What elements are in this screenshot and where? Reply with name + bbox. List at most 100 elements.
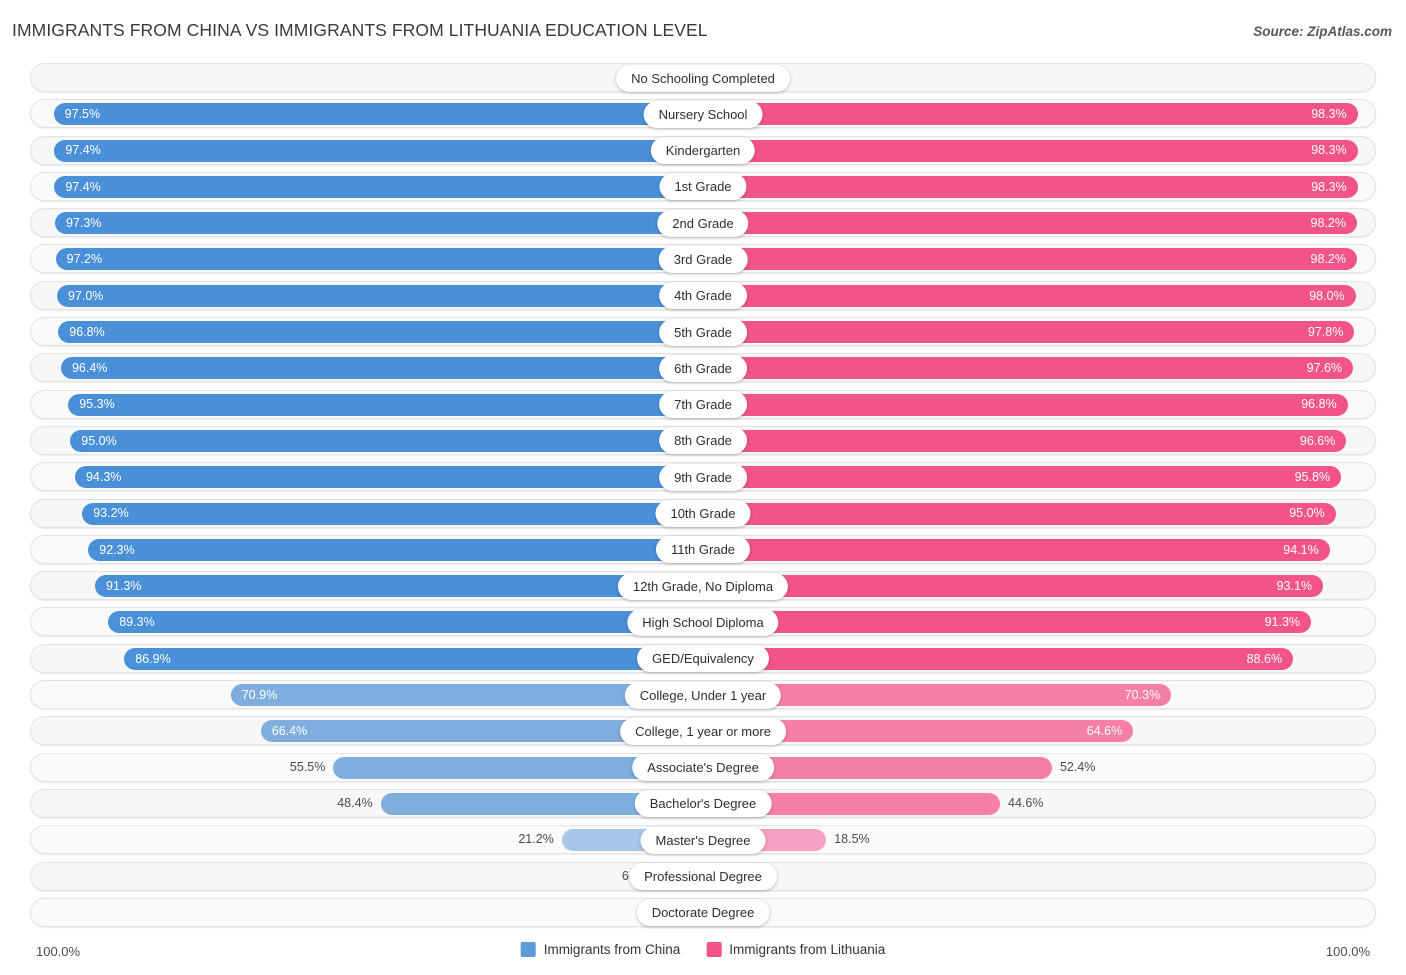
chart-row: 94.3% 95.8% 9th Grade (0, 459, 1406, 495)
chart-row: 2.6%1.7%No Schooling Completed (0, 60, 1406, 96)
bar-value-label: 98.3% (1311, 179, 1347, 194)
chart-page: IMMIGRANTS FROM CHINA VS IMMIGRANTS FROM… (0, 0, 1406, 975)
bar-value-label: 97.4% (65, 179, 101, 194)
bar-immigrants-from-china: 96.4% (60, 357, 703, 380)
bar-value-label: 55.5% (289, 759, 326, 774)
chart-row: 66.4% 64.6% College, 1 year or more (0, 713, 1406, 749)
bar-value-label: 93.2% (93, 506, 129, 521)
bar-immigrants-from-lithuania: 94.1% (703, 538, 1330, 561)
chart-row: 55.5% 52.4% Associate's Degree (0, 750, 1406, 786)
category-label-pill: 11th Grade (655, 536, 751, 564)
chart-row: 95.0% 96.6% 8th Grade (0, 423, 1406, 459)
category-label-pill: 4th Grade (659, 282, 747, 310)
bar-immigrants-from-lithuania: 93.1% (703, 575, 1324, 598)
bar-value-label: 92.3% (99, 542, 135, 557)
bar-value-label: 66.4% (271, 724, 308, 739)
category-label-pill: 2nd Grade (657, 209, 749, 237)
chart-row: 21.2% 18.5% Master's Degree (0, 822, 1406, 858)
bar-value-label: 52.4% (1059, 759, 1096, 774)
bar-value-label: 96.8% (69, 324, 105, 339)
chart-row: 95.3% 96.8% 7th Grade (0, 387, 1406, 423)
chart-row: 97.5% 98.3% Nursery School (0, 96, 1406, 132)
chart-footer: 100.0% Immigrants from China Immigrants f… (0, 939, 1406, 967)
category-label-pill: 5th Grade (659, 318, 747, 346)
legend-swatch-icon (520, 942, 536, 957)
bar-value-label: 44.6% (1008, 795, 1044, 810)
category-label-pill: 8th Grade (659, 427, 747, 455)
legend-item: Immigrants from Lithuania (706, 942, 885, 957)
bar-immigrants-from-lithuania: 97.8% (703, 321, 1355, 344)
bar-immigrants-from-lithuania: 97.6% (703, 357, 1354, 380)
chart-row: 86.9% 88.6% GED/Equivalency (0, 641, 1406, 677)
chart-row: 89.3% 91.3% High School Diploma (0, 604, 1406, 640)
category-label-pill: Doctorate Degree (636, 899, 770, 927)
bar-value-label: 98.0% (1309, 288, 1345, 303)
bar-immigrants-from-china: 97.4% (54, 175, 703, 198)
category-label-pill: Professional Degree (629, 863, 777, 891)
chart-row: 97.4% 98.3% Kindergarten (0, 133, 1406, 169)
bar-immigrants-from-china: 95.3% (68, 393, 703, 416)
bar-immigrants-from-lithuania: 98.3% (703, 175, 1358, 198)
bar-immigrants-from-china: 89.3% (108, 611, 703, 634)
chart-row: 97.0% 98.0% 4th Grade (0, 278, 1406, 314)
category-label-pill: Associate's Degree (632, 754, 774, 782)
chart-row: 97.3% 98.2% 2nd Grade (0, 205, 1406, 241)
bar-value-label: 95.0% (1289, 506, 1325, 521)
category-label-pill: Kindergarten (650, 137, 756, 165)
chart-row: 96.8% 97.8% 5th Grade (0, 314, 1406, 350)
bar-value-label: 91.3% (105, 578, 142, 593)
bar-immigrants-from-lithuania: 88.6% (703, 647, 1294, 670)
bar-value-label: 86.9% (135, 651, 171, 666)
bar-immigrants-from-lithuania: 98.2% (703, 212, 1357, 235)
bar-value-label: 21.2% (518, 832, 554, 847)
bar-value-label: 98.2% (1310, 215, 1346, 230)
axis-label-right: 100.0% (1325, 944, 1370, 959)
bar-value-label: 94.1% (1283, 542, 1319, 557)
bar-value-label: 89.3% (119, 615, 155, 630)
bar-immigrants-from-lithuania: 98.3% (703, 103, 1358, 126)
bar-value-label: 95.0% (81, 433, 117, 448)
bar-immigrants-from-lithuania: 98.0% (703, 284, 1356, 307)
page-title: IMMIGRANTS FROM CHINA VS IMMIGRANTS FROM… (12, 20, 708, 40)
category-label-pill: College, Under 1 year (624, 681, 782, 709)
bar-immigrants-from-lithuania: 98.2% (703, 248, 1357, 271)
category-label-pill: Bachelor's Degree (634, 790, 772, 818)
bar-value-label: 97.5% (64, 107, 101, 122)
bar-immigrants-from-lithuania: 91.3% (703, 611, 1312, 634)
bar-immigrants-from-china: 93.2% (82, 502, 703, 525)
bar-immigrants-from-china: 96.8% (58, 321, 703, 344)
category-label-pill: College, 1 year or more (620, 717, 786, 745)
bar-value-label: 48.4% (337, 795, 373, 810)
bar-value-label: 97.3% (65, 215, 102, 230)
bar-value-label: 97.2% (66, 252, 103, 267)
legend-swatch-icon (706, 942, 722, 957)
chart-header: IMMIGRANTS FROM CHINA VS IMMIGRANTS FROM… (0, 0, 1406, 58)
category-label-pill: 1st Grade (659, 173, 747, 201)
bar-immigrants-from-china: 91.3% (94, 575, 703, 598)
category-label-pill: High School Diploma (627, 608, 779, 636)
chart-row: 48.4% 44.6% Bachelor's Degree (0, 786, 1406, 822)
bar-immigrants-from-china: 97.3% (54, 212, 703, 235)
category-label-pill: Nursery School (643, 100, 763, 128)
bar-immigrants-from-lithuania: 96.8% (703, 393, 1348, 416)
chart-row: 92.3% 94.1% 11th Grade (0, 532, 1406, 568)
category-label-pill: 3rd Grade (658, 245, 748, 273)
bar-immigrants-from-china: 92.3% (88, 538, 703, 561)
bar-value-label: 94.3% (85, 470, 122, 485)
category-label-pill: 6th Grade (659, 354, 747, 382)
category-label-pill: 9th Grade (659, 463, 747, 491)
chart-row: 93.2% 95.0% 10th Grade (0, 496, 1406, 532)
bar-value-label: 88.6% (1246, 651, 1283, 666)
bar-value-label: 18.5% (834, 832, 870, 847)
bar-value-label: 98.3% (1311, 143, 1347, 158)
chart-row: 97.4% 98.3% 1st Grade (0, 169, 1406, 205)
category-label-pill: 7th Grade (659, 391, 747, 419)
chart-rows-container: 2.6%1.7%No Schooling Completed 97.5% 98.3%… (0, 60, 1406, 935)
bar-value-label: 97.0% (67, 288, 104, 303)
chart-row: 6.7%5.6%Professional Degree (0, 859, 1406, 895)
bar-immigrants-from-lithuania: 95.0% (703, 502, 1336, 525)
legend-item: Immigrants from China (520, 942, 680, 957)
axis-label-left: 100.0% (36, 944, 81, 959)
bar-immigrants-from-lithuania: 95.8% (703, 466, 1342, 489)
bar-immigrants-from-china: 97.5% (53, 103, 703, 126)
